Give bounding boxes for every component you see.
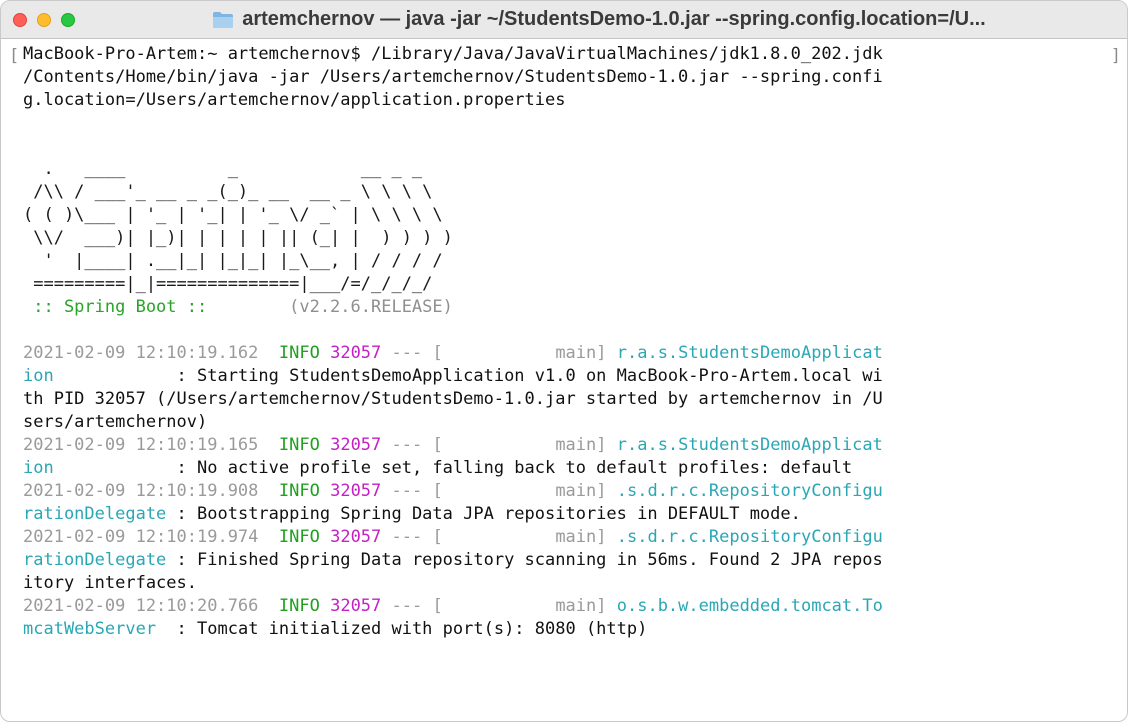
log-message: sers/artemchernov): [23, 412, 208, 432]
log-logger: .s.d.r.c.RepositoryConfigu: [616, 527, 883, 547]
minimize-window-icon[interactable]: [37, 13, 51, 27]
log-logger-continued: ion: [23, 366, 54, 386]
log-message: : Starting StudentsDemoApplication v1.0 …: [176, 366, 883, 386]
log-pid: 32057: [330, 596, 382, 616]
log-timestamp: 2021-02-09 12:10:19.162: [23, 343, 259, 363]
log-pid: 32057: [330, 481, 382, 501]
log-timestamp: 2021-02-09 12:10:19.165: [23, 435, 259, 455]
log-thread: [ main]: [432, 343, 607, 363]
log-pid: 32057: [330, 343, 382, 363]
log-entry-header: 2021-02-09 12:10:19.165 INFO 32057 --- […: [23, 434, 1127, 457]
command-line: g.location=/Users/artemchernov/applicati…: [23, 90, 566, 110]
spring-boot-label: :: Spring Boot ::: [23, 297, 218, 317]
log-message: : Bootstrapping Spring Data JPA reposito…: [176, 504, 801, 524]
selection-bracket-left: [: [9, 46, 20, 66]
log-message: itory interfaces.: [23, 573, 197, 593]
log-pad: [166, 504, 176, 524]
log-thread: [ main]: [432, 481, 607, 501]
log-logger-continued: rationDelegate: [23, 504, 167, 524]
banner-line: /\\ / ___'_ __ _ _(_)_ __ __ _ \ \ \ \: [23, 182, 433, 202]
log-entry-header: 2021-02-09 12:10:20.766 INFO 32057 --- […: [23, 595, 1127, 618]
banner-line: . ____ _ __ _ _: [23, 159, 423, 179]
log-timestamp: 2021-02-09 12:10:19.974: [23, 527, 259, 547]
log-pad: [54, 366, 177, 386]
log-separator: ---: [391, 435, 423, 455]
banner-line: ' |____| .__|_| |_|_| |_\__, | / / / /: [23, 251, 443, 271]
log-logger: r.a.s.StudentsDemoApplicat: [616, 343, 883, 363]
log-message-line: ion : No active profile set, falling bac…: [23, 457, 1127, 480]
log-message-line: th PID 32057 (/Users/artemchernov/Studen…: [23, 388, 1127, 411]
terminal-output[interactable]: [ ] MacBook-Pro-Artem:~ artemchernov$ /L…: [1, 39, 1127, 721]
log-logger-continued: ion: [23, 458, 54, 478]
log-thread: [ main]: [432, 527, 607, 547]
window-title: artemchernov — java -jar ~/StudentsDemo-…: [242, 8, 986, 30]
log-separator: ---: [391, 481, 423, 501]
log-separator: ---: [391, 343, 423, 363]
log-pid: 32057: [330, 435, 382, 455]
log-message-line: rationDelegate : Finished Spring Data re…: [23, 549, 1127, 572]
log-separator: ---: [391, 596, 423, 616]
log-level: INFO: [278, 343, 320, 363]
log-pad: [166, 550, 176, 570]
maximize-window-icon[interactable]: [61, 13, 75, 27]
spring-boot-version: (v2.2.6.RELEASE): [217, 297, 453, 317]
log-pad: [156, 619, 176, 639]
log-level: INFO: [278, 481, 320, 501]
window-title-wrap: artemchernov — java -jar ~/StudentsDemo-…: [83, 1, 1115, 38]
log-message-line: ion : Starting StudentsDemoApplication v…: [23, 365, 1127, 388]
log-message: : No active profile set, falling back to…: [176, 458, 853, 478]
folder-icon: [213, 11, 234, 28]
terminal-window: artemchernov — java -jar ~/StudentsDemo-…: [0, 0, 1128, 722]
log-message: : Finished Spring Data repository scanni…: [176, 550, 883, 570]
log-message-line: mcatWebServer : Tomcat initialized with …: [23, 618, 1127, 641]
log-timestamp: 2021-02-09 12:10:19.908: [23, 481, 259, 501]
log-message: : Tomcat initialized with port(s): 8080 …: [176, 619, 648, 639]
banner-line: ( ( )\___ | '_ | '_| | '_ \/ _` | \ \ \ …: [23, 205, 443, 225]
log-message-line: rationDelegate : Bootstrapping Spring Da…: [23, 503, 1127, 526]
log-logger: r.a.s.StudentsDemoApplicat: [616, 435, 883, 455]
spring-banner: . ____ _ __ _ _ /\\ / ___'_ __ _ _(_)_ _…: [23, 158, 1127, 296]
title-bar[interactable]: artemchernov — java -jar ~/StudentsDemo-…: [1, 1, 1127, 39]
log-level: INFO: [278, 596, 320, 616]
log-separator: ---: [391, 527, 423, 547]
log-logger-continued: rationDelegate: [23, 550, 167, 570]
log-message-line: itory interfaces.: [23, 572, 1127, 595]
command-line: MacBook-Pro-Artem:~ artemchernov$ /Libra…: [23, 44, 883, 64]
log-logger-continued: mcatWebServer: [23, 619, 157, 639]
command-line: /Contents/Home/bin/java -jar /Users/arte…: [23, 67, 883, 87]
log-message: th PID 32057 (/Users/artemchernov/Studen…: [23, 389, 883, 409]
log-timestamp: 2021-02-09 12:10:20.766: [23, 596, 259, 616]
close-window-icon[interactable]: [13, 13, 27, 27]
log-logger: o.s.b.w.embedded.tomcat.To: [616, 596, 883, 616]
log-entry-header: 2021-02-09 12:10:19.974 INFO 32057 --- […: [23, 526, 1127, 549]
log-thread: [ main]: [432, 435, 607, 455]
selection-bracket-right: ]: [1110, 46, 1121, 66]
log-pad: [54, 458, 177, 478]
log-thread: [ main]: [432, 596, 607, 616]
log-list: 2021-02-09 12:10:19.162 INFO 32057 --- […: [23, 342, 1127, 641]
log-pid: 32057: [330, 527, 382, 547]
log-message-line: sers/artemchernov): [23, 411, 1127, 434]
banner-line: =========|_|==============|___/=/_/_/_/: [23, 274, 433, 294]
log-entry-header: 2021-02-09 12:10:19.162 INFO 32057 --- […: [23, 342, 1127, 365]
command-block: MacBook-Pro-Artem:~ artemchernov$ /Libra…: [23, 43, 1127, 112]
log-logger: .s.d.r.c.RepositoryConfigu: [616, 481, 883, 501]
log-level: INFO: [278, 435, 320, 455]
banner-line: \\/ ___)| |_)| | | | | || (_| | ) ) ) ): [23, 228, 453, 248]
log-entry-header: 2021-02-09 12:10:19.908 INFO 32057 --- […: [23, 480, 1127, 503]
log-level: INFO: [278, 527, 320, 547]
spring-boot-version-line: :: Spring Boot :: (v2.2.6.RELEASE): [23, 296, 1127, 319]
